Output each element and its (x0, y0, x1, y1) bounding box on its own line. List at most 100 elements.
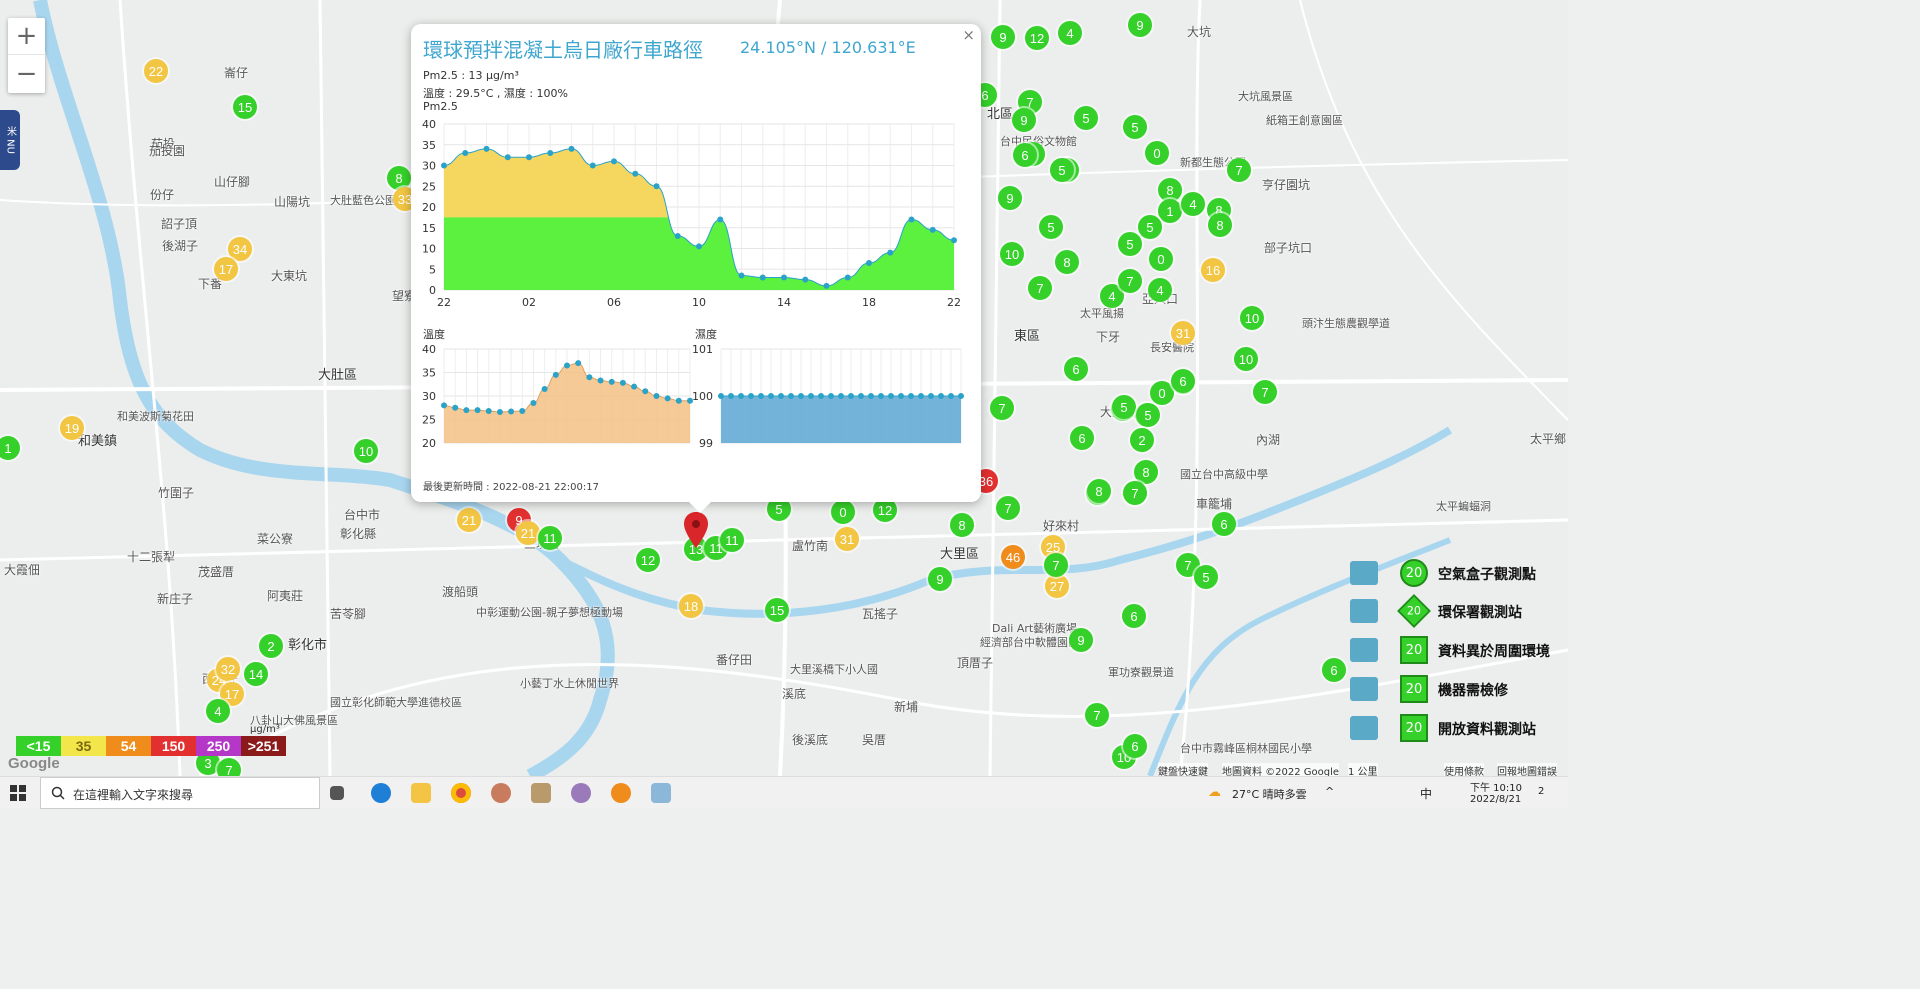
sensor-marker[interactable]: 9 (998, 186, 1022, 210)
sensor-marker[interactable]: 5 (1136, 403, 1160, 427)
sensor-marker[interactable]: 7 (1227, 158, 1251, 182)
clock-time[interactable]: 下午 10:10 (1470, 779, 1522, 794)
sensor-marker[interactable]: 4 (206, 699, 230, 723)
terms-link[interactable]: 使用條款 (1444, 763, 1484, 776)
sensor-marker[interactable]: 7 (1044, 553, 1068, 577)
weather-text[interactable]: 27°C 晴時多雲 (1232, 786, 1307, 802)
windows-start-icon[interactable] (10, 785, 26, 801)
ime-indicator[interactable]: 中 (1420, 785, 1432, 802)
zoom-in-button[interactable]: + (8, 18, 45, 55)
sensor-marker[interactable]: 10 (354, 439, 378, 463)
keyboard-shortcuts-link[interactable]: 鍵盤快速鍵 (1158, 763, 1208, 776)
sensor-marker[interactable]: 21 (457, 508, 481, 532)
sensor-marker[interactable]: 9 (1128, 13, 1152, 37)
poi-label[interactable]: 大里溪橋下小人國 (790, 661, 878, 677)
app-icon-4[interactable] (611, 783, 631, 803)
sensor-marker[interactable]: 19 (60, 416, 84, 440)
sensor-marker[interactable]: 9 (991, 25, 1015, 49)
sensor-marker[interactable]: 7 (1085, 703, 1109, 727)
sensor-marker[interactable]: 15 (765, 598, 789, 622)
sensor-marker[interactable]: 7 (996, 496, 1020, 520)
sensor-marker[interactable]: 4 (1181, 192, 1205, 216)
sensor-marker[interactable]: 4 (1148, 278, 1172, 302)
task-view-icon[interactable] (330, 786, 344, 800)
sensor-marker[interactable]: 5 (1074, 106, 1098, 130)
app-icon-2[interactable] (531, 783, 551, 803)
sensor-marker[interactable]: 0 (831, 500, 855, 524)
sensor-marker[interactable]: 15 (233, 95, 257, 119)
sensor-marker[interactable]: 12 (1025, 26, 1049, 50)
sensor-marker[interactable]: 5 (1050, 158, 1074, 182)
sensor-marker[interactable]: 8 (950, 513, 974, 537)
chrome-icon[interactable] (451, 783, 471, 803)
sensor-marker[interactable]: 5 (1138, 215, 1162, 239)
edge-icon[interactable] (371, 783, 391, 803)
sensor-marker[interactable]: 5 (1039, 215, 1063, 239)
sensor-marker[interactable]: 6 (1070, 426, 1094, 450)
sensor-marker[interactable]: 10 (1240, 306, 1264, 330)
sensor-marker[interactable]: 11 (720, 528, 744, 552)
poi-label[interactable]: 頭汴生態農觀學道 (1302, 315, 1390, 331)
sensor-marker[interactable]: 9 (1069, 628, 1093, 652)
poi-label[interactable]: 中彰運動公園-親子夢想極動場 (476, 604, 623, 620)
sensor-marker[interactable]: 16 (1201, 258, 1225, 282)
poi-label[interactable]: 小藝丁水上休閒世界 (520, 675, 619, 691)
poi-label[interactable]: 太平蝙蝠洞 (1436, 498, 1491, 514)
notification-count[interactable]: 2 (1538, 786, 1544, 797)
sensor-marker[interactable]: 7 (990, 396, 1014, 420)
map-canvas[interactable]: + − 米 NU 大肚區 和美鎮 彰化市 大里區 東區 北區 大坑 崙仔 茄投 茄投園 份仔 山仔腳山… (0, 0, 1568, 776)
app-icon-5[interactable] (651, 783, 671, 803)
zoom-out-button[interactable]: − (8, 55, 45, 92)
sensor-marker[interactable]: 8 (1208, 213, 1232, 237)
sensor-marker[interactable]: 5 (1118, 232, 1142, 256)
sensor-marker[interactable]: 7 (1028, 276, 1052, 300)
tray-chevron-icon[interactable]: ^ (1325, 785, 1334, 798)
sensor-marker[interactable]: 6 (1064, 357, 1088, 381)
sensor-marker[interactable]: 7 (1253, 380, 1277, 404)
sensor-marker[interactable]: 21 (516, 521, 540, 545)
poi-label[interactable]: 大肚藍色公園 (330, 192, 396, 208)
sensor-marker[interactable]: 18 (679, 594, 703, 618)
sensor-marker[interactable]: 5 (1194, 565, 1218, 589)
sensor-marker[interactable]: 11 (538, 526, 562, 550)
sensor-marker[interactable]: 7 (1123, 481, 1147, 505)
sensor-marker[interactable]: 14 (244, 662, 268, 686)
poi-label[interactable]: 經濟部台中軟體園區 (980, 634, 1079, 650)
sensor-marker[interactable]: 31 (835, 527, 859, 551)
sensor-marker[interactable]: 5 (1123, 115, 1147, 139)
sensor-marker[interactable]: 32 (216, 657, 240, 681)
sensor-marker[interactable]: 6 (1122, 604, 1146, 628)
sensor-marker[interactable]: 1 (1158, 199, 1182, 223)
sensor-marker[interactable]: 46 (1001, 545, 1025, 569)
poi-label[interactable]: 紙箱王創意園區 (1266, 112, 1343, 128)
sensor-marker[interactable]: 2 (259, 634, 283, 658)
sensor-marker[interactable]: 6 (1171, 369, 1195, 393)
sensor-marker[interactable]: 2 (1130, 428, 1154, 452)
sensor-marker[interactable]: 6 (1212, 512, 1236, 536)
sensor-marker[interactable]: 0 (1150, 381, 1174, 405)
sensor-marker[interactable]: 5 (1112, 395, 1136, 419)
sensor-marker[interactable]: 22 (144, 59, 168, 83)
sensor-marker[interactable]: 6 (1013, 143, 1037, 167)
app-icon-3[interactable] (571, 783, 591, 803)
clock-date[interactable]: 2022/8/21 (1470, 794, 1521, 805)
sensor-marker[interactable]: 9 (928, 567, 952, 591)
file-explorer-icon[interactable] (411, 783, 431, 803)
sensor-marker[interactable]: 0 (1145, 141, 1169, 165)
poi-label[interactable]: 國立台中高級中學 (1180, 466, 1268, 482)
report-error-link[interactable]: 回報地圖錯誤 (1497, 763, 1557, 776)
poi-label[interactable]: 國立彰化師範大學進德校區 (330, 694, 462, 710)
sensor-marker[interactable]: 0 (1149, 247, 1173, 271)
sensor-marker[interactable]: 9 (1012, 108, 1036, 132)
sensor-marker[interactable]: 10 (1000, 242, 1024, 266)
menu-tab[interactable]: 米 NU (0, 110, 20, 170)
poi-label[interactable]: 太平風揚 (1080, 305, 1124, 321)
sensor-marker[interactable]: 8 (1087, 479, 1111, 503)
sensor-marker[interactable]: 7 (1118, 269, 1142, 293)
sensor-marker[interactable]: 27 (1045, 574, 1069, 598)
location-pin-icon[interactable] (684, 512, 708, 548)
poi-label[interactable]: 和美波斯菊花田 (117, 408, 194, 424)
poi-label[interactable]: 軍功寮觀景道 (1108, 664, 1174, 680)
taskbar-search[interactable]: 在這裡輸入文字來搜尋 (40, 777, 320, 809)
sensor-marker[interactable]: 17 (214, 257, 238, 281)
